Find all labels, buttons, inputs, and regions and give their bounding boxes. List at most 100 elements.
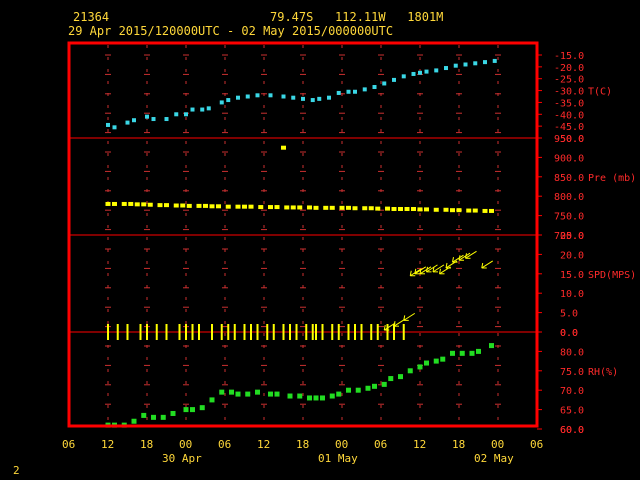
y-tick-label: 0.0 xyxy=(560,328,578,339)
y-tick-label: 900.0 xyxy=(554,153,584,164)
pressure-point xyxy=(164,203,169,208)
pressure-point xyxy=(411,207,416,212)
pressure-point xyxy=(352,206,358,211)
humidity-point xyxy=(131,418,137,424)
pressure-point xyxy=(482,208,488,213)
pressure-point xyxy=(339,205,345,210)
temperature-point xyxy=(317,96,322,101)
x-date-label: 30 Apr xyxy=(162,452,202,465)
pressure-point xyxy=(323,205,329,210)
temperature-point xyxy=(336,90,341,95)
pressure-point xyxy=(466,208,472,213)
station-id: 21364 xyxy=(73,10,109,24)
temperature-point xyxy=(219,100,224,105)
humidity-point xyxy=(320,395,325,401)
pressure-point xyxy=(368,206,374,211)
temperature-point xyxy=(145,114,149,119)
x-tick-label: 18 xyxy=(140,438,153,451)
temperature-point xyxy=(281,94,286,99)
humidity-point xyxy=(355,387,361,393)
y-tick-label: -25.0 xyxy=(554,75,584,86)
humidity-point xyxy=(440,356,446,362)
pressure-point xyxy=(443,207,449,212)
panel-label: SPD(MPS) xyxy=(588,270,636,281)
temperature-point xyxy=(362,87,367,92)
temperature-point xyxy=(151,117,156,122)
x-tick-label: 06 xyxy=(62,438,75,451)
humidity-point xyxy=(219,389,225,395)
pressure-point xyxy=(112,201,117,206)
temperature-point xyxy=(190,107,195,112)
y-tick-label: -35.0 xyxy=(554,98,584,109)
pressure-point xyxy=(274,205,280,210)
x-axis-labels: 06 12 18 00 06 12 18 00 06 12 18 00 06 30 Apr 01 May 02… xyxy=(62,438,543,465)
x-date-label: 02 May xyxy=(474,452,514,465)
y-tick-label: -20.0 xyxy=(554,63,584,74)
temperature-point xyxy=(392,77,396,82)
y-tick-label: 20.0 xyxy=(560,250,584,261)
pressure-point xyxy=(307,205,312,210)
pressure-point xyxy=(385,206,390,211)
humidity-point xyxy=(235,391,241,397)
temperature-point xyxy=(301,96,305,101)
pressure-point xyxy=(424,207,429,212)
pressure-point xyxy=(472,208,478,213)
pressure-point xyxy=(134,202,140,207)
pressure-point xyxy=(128,201,134,206)
temperature-point xyxy=(382,81,387,86)
temperature-point xyxy=(424,69,429,74)
humidity-point xyxy=(450,350,455,356)
humidity-point xyxy=(307,395,312,401)
temperature-point xyxy=(255,93,260,98)
wind-barb-shaft xyxy=(481,260,494,269)
pressure-point xyxy=(404,207,410,212)
pressure-point xyxy=(186,203,192,208)
pressure-point xyxy=(297,205,303,210)
pressure-point xyxy=(375,206,381,211)
pressure-point xyxy=(216,204,221,209)
humidity-point xyxy=(407,368,413,374)
temperature-point xyxy=(164,117,169,122)
y-tick-label: -45.0 xyxy=(554,122,584,133)
y-tick-label: 65.0 xyxy=(560,406,584,417)
pressure-point xyxy=(141,202,147,207)
pressure-point xyxy=(258,205,264,210)
pressure-point xyxy=(235,204,241,209)
pressure-point xyxy=(248,204,254,209)
plot-grid xyxy=(69,45,537,424)
y-tick-label: 10.0 xyxy=(560,289,584,300)
pressure-point xyxy=(225,204,231,209)
pressure-point xyxy=(284,205,290,210)
pressure-point xyxy=(121,201,127,206)
humidity-point xyxy=(469,350,475,356)
x-date-label: 01 May xyxy=(318,452,358,465)
y-tick-label: 75.0 xyxy=(560,367,584,378)
humidity-point xyxy=(287,393,293,399)
temperature-point xyxy=(236,95,240,100)
temperature-point xyxy=(184,112,188,117)
pressure-point xyxy=(268,205,273,210)
pressure-point xyxy=(329,205,335,210)
temperature-point xyxy=(346,89,351,94)
humidity-point xyxy=(190,407,195,413)
y-tick-label: 70.0 xyxy=(560,386,584,397)
humidity-point xyxy=(336,391,342,397)
temperature-point xyxy=(463,62,468,67)
humidity-point xyxy=(274,391,280,397)
pressure-point xyxy=(147,202,153,207)
humidity-point xyxy=(209,397,215,403)
temperature-point xyxy=(200,107,205,112)
x-tick-label: 00 xyxy=(335,438,348,451)
x-tick-label: 12 xyxy=(257,438,270,451)
temperature-point xyxy=(473,61,478,66)
panel-label: RH(%) xyxy=(588,367,618,378)
y-tick-label: 800.0 xyxy=(554,192,584,203)
pressure-point xyxy=(417,207,423,212)
humidity-point xyxy=(313,395,319,401)
pressure-point xyxy=(313,205,319,210)
y-tick-label: -30.0 xyxy=(554,87,584,98)
humidity-point xyxy=(141,412,147,418)
wind-barb-shaft xyxy=(403,312,416,321)
temperature-point xyxy=(372,85,377,90)
temperature-point xyxy=(453,63,458,68)
